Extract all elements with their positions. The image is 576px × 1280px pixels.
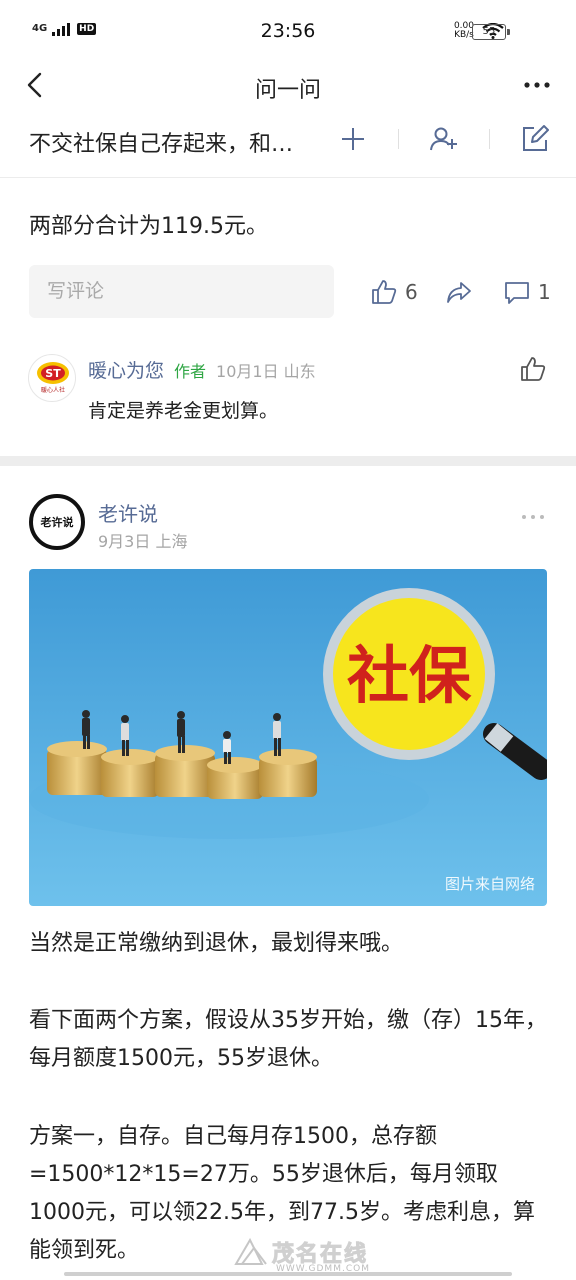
commenter-name[interactable]: 暖心为您 — [88, 356, 164, 383]
edit-icon[interactable] — [520, 124, 550, 154]
question-actions — [338, 124, 550, 154]
more-horizontal-icon[interactable] — [522, 70, 552, 100]
author-badge: 作者 — [174, 362, 207, 381]
comment-button[interactable]: 1 — [504, 279, 551, 305]
answer-image[interactable]: 社保 图片来自网络 — [29, 569, 547, 906]
nav-bar: 问一问 — [0, 62, 576, 108]
battery-icon: 55 — [472, 24, 510, 40]
answer-meta: 9月3日 上海 — [98, 532, 188, 551]
comment-text: 肯定是养老金更划算。 — [88, 400, 279, 422]
comment-input[interactable]: 写评论 — [29, 265, 334, 318]
home-indicator[interactable] — [64, 1272, 512, 1276]
question-header: 不交社保自己存起来，和… — [0, 112, 576, 178]
network-speed: 0.00 KB/s — [454, 22, 474, 40]
comment-header: 暖心为您 作者 10月1日 山东 — [88, 356, 316, 383]
author-name[interactable]: 老许说 — [98, 498, 158, 527]
heart-logo-icon: ST 暖心人社 — [37, 362, 69, 394]
comment-item: ST 暖心人社 暖心为您 作者 10月1日 山东 肯定是养老金更划算。 — [0, 352, 576, 432]
image-caption: 图片来自网络 — [444, 875, 535, 893]
comment-count: 1 — [538, 280, 551, 304]
comment-date: 10月1日 山东 — [216, 362, 316, 381]
follow-user-icon[interactable] — [429, 124, 459, 154]
social-security-illustration: 社保 — [29, 569, 547, 906]
like-count: 6 — [405, 280, 418, 304]
svg-text:ST: ST — [45, 367, 61, 380]
separator — [489, 129, 490, 149]
answer-paragraph: 当然是正常缴纳到退休，最划得来哦。 — [29, 931, 404, 956]
svg-text:暖心人社: 暖心人社 — [41, 386, 65, 394]
separator — [398, 129, 399, 149]
watermark-logo-icon — [234, 1237, 267, 1265]
more-horizontal-icon[interactable] — [520, 510, 546, 524]
speed-unit: KB/s — [454, 30, 474, 40]
plus-icon[interactable] — [338, 124, 368, 154]
avatar[interactable]: 老许说 — [29, 494, 85, 550]
question-title[interactable]: 不交社保自己存起来，和… — [29, 126, 293, 158]
comment-bubble-icon — [505, 282, 529, 304]
page-title: 问一问 — [254, 78, 321, 103]
answer-text: 两部分合计为119.5元。 — [29, 214, 268, 239]
thumbs-up-icon — [372, 280, 397, 304]
thumbs-up-icon[interactable] — [520, 356, 546, 382]
answer-author: 老许说 老许说 9月3日 上海 — [0, 494, 576, 554]
comment-bar: 写评论 6 1 — [0, 265, 576, 319]
image-sign-text: 社保 — [347, 639, 472, 712]
section-divider — [0, 456, 576, 466]
avatar[interactable]: ST 暖心人社 — [28, 354, 76, 402]
share-icon[interactable] — [446, 279, 472, 305]
like-button[interactable]: 6 — [371, 279, 418, 305]
answer-paragraph: 看下面两个方案，假设从35岁开始，缴（存）15年，每月额度1500元，55岁退休… — [29, 1008, 547, 1071]
status-bar: 4G HD 23:56 0.00 KB/s 55 — [0, 0, 576, 62]
